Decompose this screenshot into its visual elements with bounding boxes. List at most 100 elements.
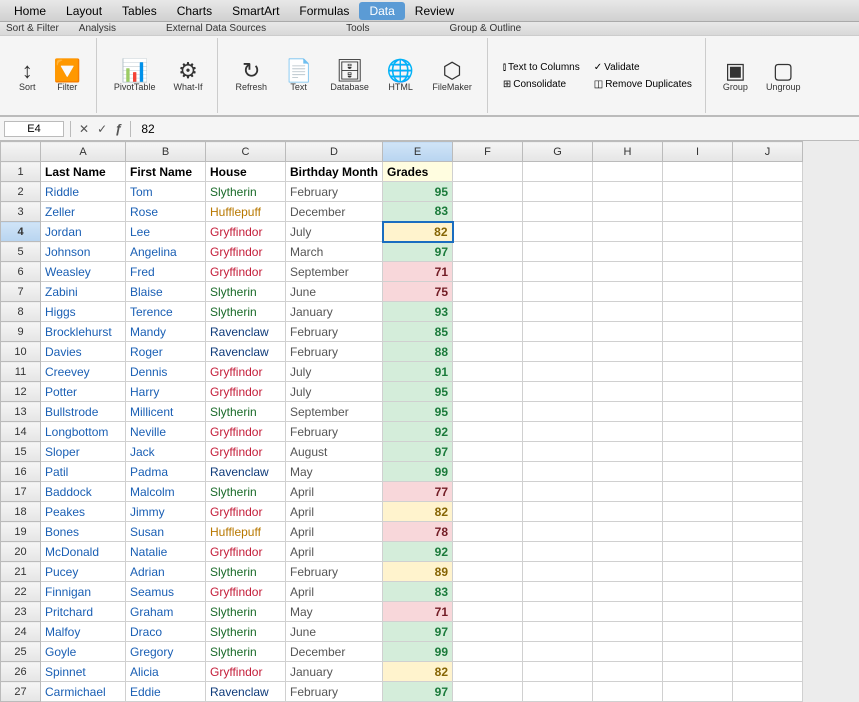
cell-B26[interactable]: Alicia	[126, 662, 206, 682]
cell-F26[interactable]	[453, 662, 523, 682]
cell-H2[interactable]	[593, 182, 663, 202]
cell-G14[interactable]	[523, 422, 593, 442]
cell-I25[interactable]	[663, 642, 733, 662]
cell-E5[interactable]: 97	[383, 242, 453, 262]
cell-D8[interactable]: January	[286, 302, 383, 322]
cell-A5[interactable]: Johnson	[41, 242, 126, 262]
cell-H3[interactable]	[593, 202, 663, 222]
cell-I5[interactable]	[663, 242, 733, 262]
cell-G15[interactable]	[523, 442, 593, 462]
cell-D16[interactable]: May	[286, 462, 383, 482]
cell-D5[interactable]: March	[286, 242, 383, 262]
cell-J15[interactable]	[733, 442, 803, 462]
cell-D6[interactable]: September	[286, 262, 383, 282]
cell-F2[interactable]	[453, 182, 523, 202]
cell-C25[interactable]: Slytherin	[206, 642, 286, 662]
menu-tables[interactable]: Tables	[112, 2, 167, 20]
cell-I21[interactable]	[663, 562, 733, 582]
cell-D4[interactable]: July	[286, 222, 383, 242]
col-header-E[interactable]: E	[383, 142, 453, 162]
cell-C13[interactable]: Slytherin	[206, 402, 286, 422]
cell-A26[interactable]: Spinnet	[41, 662, 126, 682]
cell-I24[interactable]	[663, 622, 733, 642]
cell-G12[interactable]	[523, 382, 593, 402]
cell-H1[interactable]	[593, 162, 663, 182]
cell-E26[interactable]: 82	[383, 662, 453, 682]
cell-J24[interactable]	[733, 622, 803, 642]
confirm-formula-icon[interactable]: ✓	[95, 121, 109, 137]
cell-B20[interactable]: Natalie	[126, 542, 206, 562]
cell-F1[interactable]	[453, 162, 523, 182]
cell-F20[interactable]	[453, 542, 523, 562]
cell-H12[interactable]	[593, 382, 663, 402]
cell-G27[interactable]	[523, 682, 593, 702]
ungroup-button[interactable]: ▢ Ungroup	[759, 56, 808, 96]
col-header-D[interactable]: D	[286, 142, 383, 162]
cell-C9[interactable]: Ravenclaw	[206, 322, 286, 342]
cell-E18[interactable]: 82	[383, 502, 453, 522]
cell-J9[interactable]	[733, 322, 803, 342]
cell-F11[interactable]	[453, 362, 523, 382]
cell-D1[interactable]: Birthday Month	[286, 162, 383, 182]
col-header-A[interactable]: A	[41, 142, 126, 162]
cell-H16[interactable]	[593, 462, 663, 482]
cell-A1[interactable]: Last Name	[41, 162, 126, 182]
cell-I13[interactable]	[663, 402, 733, 422]
cell-I17[interactable]	[663, 482, 733, 502]
cell-G22[interactable]	[523, 582, 593, 602]
cell-A10[interactable]: Davies	[41, 342, 126, 362]
filemaker-button[interactable]: ⬡ FileMaker	[425, 56, 479, 96]
cell-J10[interactable]	[733, 342, 803, 362]
cell-C3[interactable]: Hufflepuff	[206, 202, 286, 222]
cell-D11[interactable]: July	[286, 362, 383, 382]
cell-D3[interactable]: December	[286, 202, 383, 222]
cell-I23[interactable]	[663, 602, 733, 622]
cell-H17[interactable]	[593, 482, 663, 502]
cell-E6[interactable]: 71	[383, 262, 453, 282]
html-button[interactable]: 🌐 HTML	[380, 56, 421, 96]
col-header-C[interactable]: C	[206, 142, 286, 162]
cell-J14[interactable]	[733, 422, 803, 442]
cell-B8[interactable]: Terence	[126, 302, 206, 322]
cell-I8[interactable]	[663, 302, 733, 322]
cell-A18[interactable]: Peakes	[41, 502, 126, 522]
cell-J13[interactable]	[733, 402, 803, 422]
cell-B22[interactable]: Seamus	[126, 582, 206, 602]
menu-data[interactable]: Data	[359, 2, 404, 20]
cell-I6[interactable]	[663, 262, 733, 282]
cell-J12[interactable]	[733, 382, 803, 402]
cell-B6[interactable]: Fred	[126, 262, 206, 282]
cell-G21[interactable]	[523, 562, 593, 582]
cell-H18[interactable]	[593, 502, 663, 522]
cell-E15[interactable]: 97	[383, 442, 453, 462]
cell-G3[interactable]	[523, 202, 593, 222]
cell-B25[interactable]: Gregory	[126, 642, 206, 662]
cell-D26[interactable]: January	[286, 662, 383, 682]
cell-I4[interactable]	[663, 222, 733, 242]
cell-F21[interactable]	[453, 562, 523, 582]
cell-H4[interactable]	[593, 222, 663, 242]
cell-F8[interactable]	[453, 302, 523, 322]
cell-G19[interactable]	[523, 522, 593, 542]
cell-J5[interactable]	[733, 242, 803, 262]
cell-D12[interactable]: July	[286, 382, 383, 402]
col-header-B[interactable]: B	[126, 142, 206, 162]
cell-D17[interactable]: April	[286, 482, 383, 502]
cell-F13[interactable]	[453, 402, 523, 422]
cell-B14[interactable]: Neville	[126, 422, 206, 442]
cell-C6[interactable]: Gryffindor	[206, 262, 286, 282]
cell-I27[interactable]	[663, 682, 733, 702]
cell-E19[interactable]: 78	[383, 522, 453, 542]
cell-A15[interactable]: Sloper	[41, 442, 126, 462]
cell-H27[interactable]	[593, 682, 663, 702]
cell-A6[interactable]: Weasley	[41, 262, 126, 282]
menu-charts[interactable]: Charts	[167, 2, 222, 20]
cell-I18[interactable]	[663, 502, 733, 522]
cell-A9[interactable]: Brocklehurst	[41, 322, 126, 342]
cell-B4[interactable]: Lee	[126, 222, 206, 242]
cell-H9[interactable]	[593, 322, 663, 342]
cell-A12[interactable]: Potter	[41, 382, 126, 402]
cell-G17[interactable]	[523, 482, 593, 502]
cell-H25[interactable]	[593, 642, 663, 662]
cell-J21[interactable]	[733, 562, 803, 582]
